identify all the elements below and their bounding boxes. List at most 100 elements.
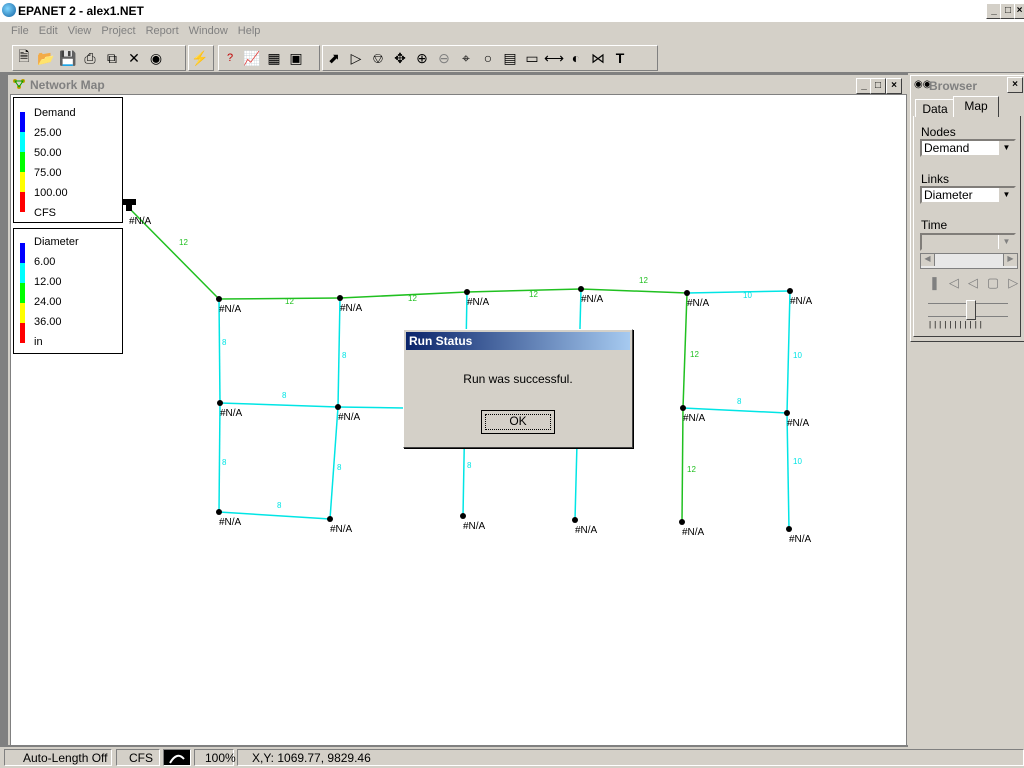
menu-help[interactable]: Help [233,22,266,37]
junction-node[interactable] [679,519,685,525]
legend-color-4 [20,303,25,323]
delete-icon[interactable]: ✕ [123,47,145,69]
play-forward-icon[interactable]: ▷ [1008,275,1024,290]
zoom-in-icon[interactable]: ⊕ [411,47,433,69]
pipe-link[interactable] [580,288,688,294]
junction-node[interactable] [216,509,222,515]
new-file-icon[interactable]: 🗎 [13,47,35,69]
junction-node[interactable] [216,296,222,302]
full-extent-icon[interactable]: ⌖ [455,47,477,69]
browser-close-button[interactable]: × [1007,77,1023,93]
junction-node[interactable] [335,404,341,410]
nodes-select[interactable]: Demand ▼ [920,139,1016,157]
junction-node[interactable] [460,513,466,519]
tab-map[interactable]: Map [953,96,999,117]
options-icon[interactable]: ▣ [285,47,307,69]
map-close-button[interactable]: × [886,78,902,94]
chevron-down-icon: ▼ [998,141,1014,155]
menu-file[interactable]: File [0,22,34,37]
junction-node[interactable] [680,405,686,411]
zoom-out-icon[interactable]: ⊖ [433,47,455,69]
toolbar: 🗎 📂 💾 ⎙ ⧉ ✕ ◉ ⚡ ? 📈 ▦ ▣ ⬈ ▷ ⎊ ✥ ⊕ ⊖ ⌖ ○ … [0,42,1024,73]
links-select[interactable]: Diameter ▼ [920,186,1016,204]
pipe-link[interactable] [686,290,791,294]
table-icon[interactable]: ▦ [263,47,285,69]
scroll-left-icon[interactable]: ◀ [921,254,935,266]
slider-thumb[interactable] [966,300,976,320]
nodes-select-value: Demand [924,141,970,155]
node-label: #N/A [219,304,242,315]
legend-color-2 [20,263,25,283]
pipe-link[interactable] [218,297,341,300]
node-legend[interactable]: Demand 25.00 50.00 75.00 100.00 CFS [13,97,123,223]
select-arrow-icon[interactable]: ⬈ [323,47,345,69]
junction-node[interactable] [787,288,793,294]
pipe-link[interactable] [219,402,339,408]
pipe-link[interactable] [682,292,688,409]
auto-length-status[interactable]: Auto-Length Off [4,749,112,766]
speed-slider[interactable] [928,300,1008,320]
scroll-right-icon[interactable]: ▶ [1003,254,1017,266]
junction-node[interactable] [217,400,223,406]
pipe-diameter-label: 8 [222,458,227,467]
epanet-icon [2,3,16,17]
play-back-icon[interactable]: ◁ [968,275,987,290]
node-label: #N/A [687,298,710,309]
junction-node[interactable] [578,286,584,292]
junction-node[interactable] [337,295,343,301]
region-select-icon[interactable]: ⎊ [367,47,389,69]
junction-node[interactable] [327,516,333,522]
junction-node[interactable] [464,289,470,295]
link-legend[interactable]: Diameter 6.00 12.00 24.00 36.00 in [13,228,123,354]
stop-icon[interactable]: ▢ [987,275,1008,290]
pipe-link[interactable] [218,402,221,513]
graph-icon[interactable]: 📈 [241,47,263,69]
run-lightning-icon[interactable]: ⚡ [189,47,211,69]
query-icon[interactable]: ? [219,47,241,69]
menu-view[interactable]: View [63,22,97,37]
add-junction-icon[interactable]: ○ [477,47,499,69]
link-legend-label: 36.00 [34,316,62,328]
menu-project[interactable]: Project [96,22,140,37]
add-tank-icon[interactable]: ▭ [521,47,543,69]
time-scrollbar[interactable]: ◀ ▶ [920,253,1018,269]
add-pipe-icon[interactable]: ⟷ [543,47,565,69]
add-label-icon[interactable]: T [609,47,631,69]
menu-edit[interactable]: Edit [34,22,63,37]
tab-data[interactable]: Data [915,99,955,117]
open-folder-icon[interactable]: 📂 [35,47,57,69]
pipe-diameter-label: 12 [639,276,648,285]
ok-button[interactable]: OK [481,410,555,434]
vertex-select-icon[interactable]: ▷ [345,47,367,69]
close-button[interactable]: × [1014,3,1024,19]
add-valve-icon[interactable]: ⋈ [587,47,609,69]
legend-color-5 [20,192,25,212]
pipe-link[interactable] [339,291,468,299]
pipe-link[interactable] [466,288,582,293]
copy-icon[interactable]: ⧉ [101,47,123,69]
rewind-icon[interactable]: ❚◁ [929,275,968,290]
pipe-link[interactable] [337,297,341,408]
map-maximize-button[interactable]: □ [870,78,886,94]
junction-node[interactable] [572,517,578,523]
time-select[interactable]: ▼ [920,233,1016,251]
pipe-link[interactable] [786,412,790,530]
pipe-diameter-label: 12 [690,350,699,359]
save-icon[interactable]: 💾 [57,47,79,69]
menu-window[interactable]: Window [184,22,233,37]
node-label: #N/A [790,296,813,307]
pan-icon[interactable]: ✥ [389,47,411,69]
junction-node[interactable] [684,290,690,296]
pipe-link[interactable] [681,407,684,523]
pipe-link[interactable] [786,290,791,414]
pipe-link[interactable] [337,406,405,409]
node-legend-unit: CFS [34,207,56,219]
reservoir-icon[interactable] [122,199,136,211]
find-icon[interactable]: ◉ [145,47,167,69]
add-pump-icon[interactable]: ◐ [565,47,587,69]
menu-report[interactable]: Report [141,22,184,37]
add-reservoir-icon[interactable]: ▤ [499,47,521,69]
junction-node[interactable] [784,410,790,416]
print-icon[interactable]: ⎙ [79,47,101,69]
junction-node[interactable] [786,526,792,532]
